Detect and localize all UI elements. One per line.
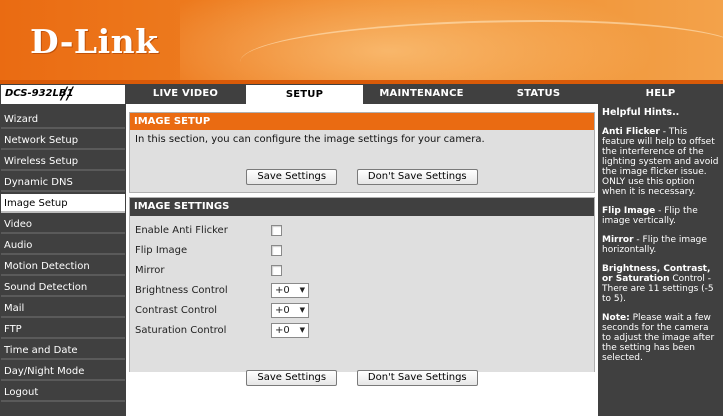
model-slashes: // — [61, 84, 73, 104]
sidebar-item-ftp[interactable]: FTP — [1, 320, 125, 339]
contrast-value: +0 — [275, 304, 290, 316]
sidebar-item-wizard[interactable]: Wizard — [1, 110, 125, 129]
chevron-down-icon: ▼ — [299, 325, 305, 334]
brightness-row: Brightness Control +0 ▼ — [130, 280, 594, 300]
mirror-label: Mirror — [135, 264, 165, 276]
sidebar-item-dynamic-dns[interactable]: Dynamic DNS — [1, 173, 125, 192]
sidebar-item-network-setup[interactable]: Network Setup — [1, 131, 125, 150]
help-hint-bcs: Brightness, Contrast, or Saturation Cont… — [602, 264, 720, 304]
hint-term: Mirror — [602, 235, 634, 245]
help-hint-note: Note: Please wait a few seconds for the … — [602, 313, 720, 363]
header-banner: D-Link — [0, 0, 723, 80]
help-title: Helpful Hints.. — [602, 107, 680, 118]
chevron-down-icon: ▼ — [299, 305, 305, 314]
sidebar-item-mail[interactable]: Mail — [1, 299, 125, 318]
brightness-value: +0 — [275, 284, 290, 296]
sidebar-item-wireless-setup[interactable]: Wireless Setup — [1, 152, 125, 171]
image-settings-panel: IMAGE SETTINGS Enable Anti Flicker Flip … — [129, 197, 595, 372]
mirror-checkbox[interactable] — [271, 264, 282, 276]
image-settings-title: IMAGE SETTINGS — [130, 198, 594, 216]
sidebar-item-time-and-date[interactable]: Time and Date — [1, 341, 125, 360]
image-setup-buttons: Save Settings Don't Save Settings — [130, 169, 594, 185]
chevron-down-icon: ▼ — [299, 285, 305, 294]
saturation-label: Saturation Control — [135, 324, 227, 336]
sidebar-item-logout[interactable]: Logout — [1, 383, 125, 402]
hint-term: Anti Flicker — [602, 127, 660, 137]
footer-dont-save-settings-button[interactable]: Don't Save Settings — [356, 370, 478, 386]
tab-status[interactable]: STATUS — [479, 84, 598, 104]
hint-text: - This feature will help to offset the i… — [602, 127, 719, 197]
help-hint-anti-flicker: Anti Flicker - This feature will help to… — [602, 127, 720, 197]
sidebar-item-video[interactable]: Video — [1, 215, 125, 234]
tab-help[interactable]: HELP — [598, 84, 723, 104]
brightness-label: Brightness Control — [135, 284, 228, 296]
tab-setup[interactable]: SETUP — [245, 84, 364, 104]
dlink-logo: D-Link — [30, 22, 159, 61]
saturation-select[interactable]: +0 ▼ — [271, 322, 309, 338]
brightness-select[interactable]: +0 ▼ — [271, 282, 309, 298]
sidebar-item-audio[interactable]: Audio — [1, 236, 125, 255]
flip-image-label: Flip Image — [135, 244, 188, 256]
saturation-value: +0 — [275, 324, 290, 336]
contrast-label: Contrast Control — [135, 304, 218, 316]
sidebar-item-image-setup[interactable]: Image Setup — [1, 194, 125, 213]
help-hint-mirror: Mirror - Flip the image horizontally. — [602, 235, 720, 255]
footer-save-settings-button[interactable]: Save Settings — [246, 370, 338, 386]
model-label-box: DCS-932LB1 // — [0, 84, 126, 104]
tab-live-video[interactable]: LIVE VIDEO — [126, 84, 245, 104]
main-content: IMAGE SETUP In this section, you can con… — [126, 104, 598, 416]
mirror-row: Mirror — [130, 260, 594, 280]
help-hint-flip-image: Flip Image - Flip the image vertically. — [602, 206, 720, 226]
hint-term: Flip Image — [602, 206, 656, 216]
saturation-row: Saturation Control +0 ▼ — [130, 320, 594, 340]
sidebar: Wizard Network Setup Wireless Setup Dyna… — [0, 104, 126, 416]
image-settings-body: Enable Anti Flicker Flip Image Mirror Br… — [130, 216, 594, 372]
contrast-select[interactable]: +0 ▼ — [271, 302, 309, 318]
footer-buttons: Save Settings Don't Save Settings — [126, 370, 598, 386]
anti-flicker-checkbox[interactable] — [271, 224, 282, 236]
save-settings-button[interactable]: Save Settings — [246, 169, 338, 185]
anti-flicker-row: Enable Anti Flicker — [130, 220, 594, 240]
flip-image-row: Flip Image — [130, 240, 594, 260]
image-setup-title: IMAGE SETUP — [130, 113, 594, 130]
tab-maintenance[interactable]: MAINTENANCE — [364, 84, 479, 104]
contrast-row: Contrast Control +0 ▼ — [130, 300, 594, 320]
sidebar-item-day-night-mode[interactable]: Day/Night Mode — [1, 362, 125, 381]
hint-term: Note: — [602, 313, 630, 323]
help-panel: Helpful Hints.. Anti Flicker - This feat… — [598, 104, 723, 416]
sidebar-item-motion-detection[interactable]: Motion Detection — [1, 257, 125, 276]
flip-image-checkbox[interactable] — [271, 244, 282, 256]
image-setup-panel: IMAGE SETUP In this section, you can con… — [129, 112, 595, 193]
dont-save-settings-button[interactable]: Don't Save Settings — [356, 169, 478, 185]
sidebar-item-sound-detection[interactable]: Sound Detection — [1, 278, 125, 297]
top-nav: LIVE VIDEO SETUP MAINTENANCE STATUS HELP — [126, 84, 723, 104]
image-setup-intro: In this section, you can configure the i… — [135, 134, 485, 145]
anti-flicker-label: Enable Anti Flicker — [135, 224, 228, 236]
